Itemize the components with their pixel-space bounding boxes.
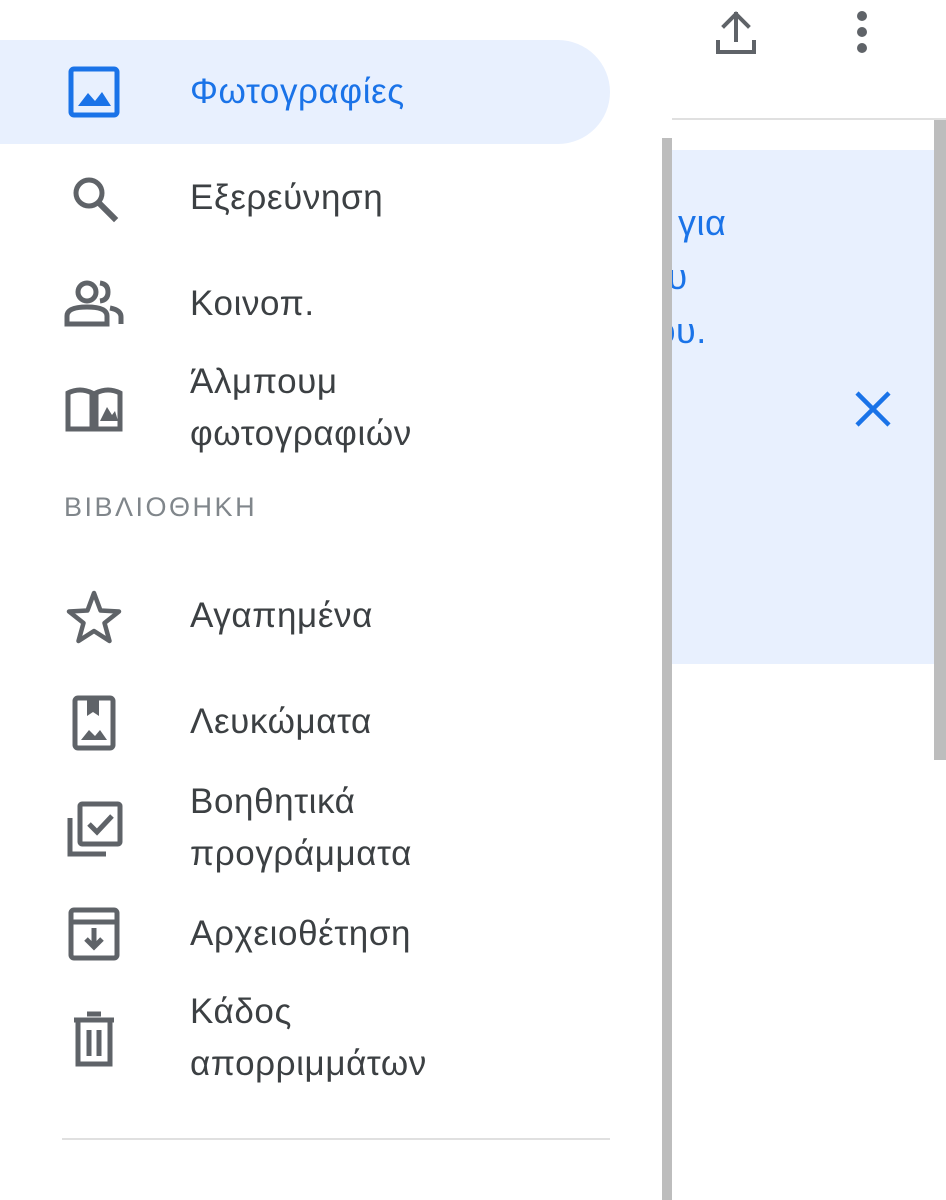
nav-item-photos[interactable]: Φωτογραφίες <box>0 40 610 144</box>
nav-item-trash[interactable]: Κάδος απορριμμάτων <box>0 986 610 1092</box>
nav-item-label: Αρχειοθέτηση <box>190 914 412 953</box>
navigation-drawer: Φωτογραφίες Εξερεύνηση Κοινοπ. Άλμπουμ φ… <box>0 0 662 1200</box>
photo-book-icon <box>62 377 126 441</box>
upload-icon[interactable] <box>712 8 760 56</box>
utilities-icon <box>62 798 126 862</box>
nav-item-label: Εξερεύνηση <box>190 178 384 217</box>
nav-item-photo-books[interactable]: Άλμπουμ φωτογραφιών <box>0 356 610 462</box>
archive-icon <box>62 902 126 966</box>
info-banner: η για ου ίου. <box>672 150 946 664</box>
nav-item-label: Λευκώματα <box>190 702 372 741</box>
nav-item-utilities[interactable]: Βοηθητικά προγράμματα <box>0 776 610 882</box>
nav-item-label: Βοηθητικά προγράμματα <box>190 776 412 880</box>
label-line: Βοηθητικά <box>190 782 356 821</box>
label-line: Άλμπουμ <box>190 362 338 401</box>
people-icon <box>62 272 126 336</box>
photo-icon <box>62 60 126 124</box>
star-icon <box>62 586 126 650</box>
more-vert-icon[interactable] <box>840 8 884 56</box>
nav-item-archive[interactable]: Αρχειοθέτηση <box>0 882 610 986</box>
nav-item-sharing[interactable]: Κοινοπ. <box>0 252 610 356</box>
nav-item-albums[interactable]: Λευκώματα <box>0 670 610 774</box>
scrollbar[interactable] <box>934 120 946 760</box>
banner-line: η για <box>672 202 727 243</box>
nav-item-favorites[interactable]: Αγαπημένα <box>0 564 610 668</box>
trash-icon <box>62 1008 126 1072</box>
nav-item-label: Φωτογραφίες <box>190 72 405 111</box>
nav-item-explore[interactable]: Εξερεύνηση <box>0 146 610 250</box>
nav-item-label: Κάδος απορριμμάτων <box>190 986 427 1090</box>
label-line: φωτογραφιών <box>190 414 412 453</box>
album-icon <box>62 690 126 754</box>
section-header-library: ΒΙΒΛΙΟΘΗΚΗ <box>64 492 258 522</box>
label-line: προγράμματα <box>190 834 412 873</box>
close-icon[interactable] <box>848 384 898 434</box>
drawer-edge <box>662 138 672 1200</box>
divider <box>62 1138 610 1140</box>
label-line: Κάδος <box>190 992 292 1031</box>
nav-item-label: Κοινοπ. <box>190 284 315 323</box>
search-icon <box>62 166 126 230</box>
banner-line: ίου. <box>672 310 707 351</box>
label-line: απορριμμάτων <box>190 1044 427 1083</box>
nav-item-label: Άλμπουμ φωτογραφιών <box>190 356 412 460</box>
banner-text: η για ου ίου. <box>672 196 946 358</box>
banner-line: ου <box>672 256 688 297</box>
nav-item-label: Αγαπημένα <box>190 596 373 635</box>
